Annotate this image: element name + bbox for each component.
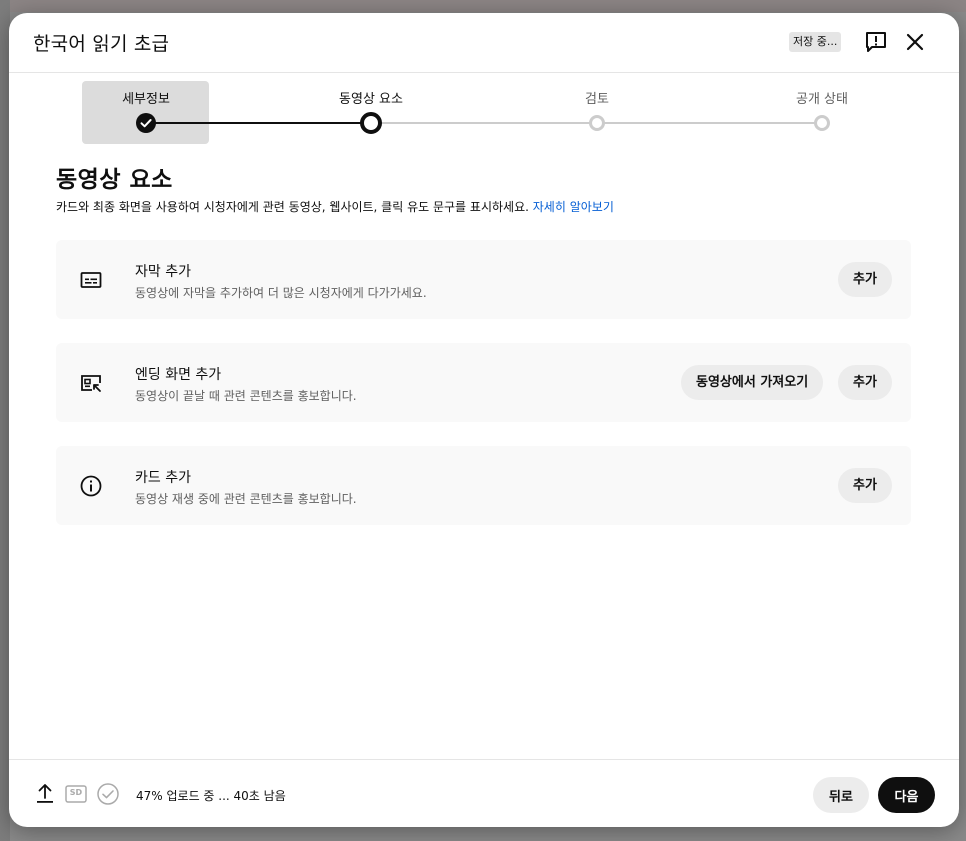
dialog-footer: SD 47% 업로드 중 ... 40초 남음 뒤로 다음 <box>9 759 959 827</box>
end-screen-icon <box>78 370 104 396</box>
dialog-title: 한국어 읽기 초급 <box>33 33 170 55</box>
dialog-header: 한국어 읽기 초급 저장 중... <box>9 13 959 73</box>
import-from-video-button[interactable]: 동영상에서 가져오기 <box>681 365 824 400</box>
card-title: 엔딩 화면 추가 <box>135 367 222 383</box>
upload-status: 47% 업로드 중 ... 40초 남음 <box>136 789 286 803</box>
checks-complete-icon <box>96 782 120 810</box>
step-review-label[interactable]: 검토 <box>585 88 609 107</box>
card-title: 자막 추가 <box>135 264 191 280</box>
end-screen-card: 엔딩 화면 추가 동영상이 끝날 때 관련 콘텐츠를 홍보합니다. 동영상에서 … <box>56 343 911 422</box>
subtitles-card: 자막 추가 동영상에 자막을 추가하여 더 많은 시청자에게 다가가세요. 추가 <box>56 240 911 319</box>
card-title: 카드 추가 <box>135 470 191 486</box>
saving-badge: 저장 중... <box>789 32 842 52</box>
close-icon <box>906 33 924 51</box>
add-end-screen-button[interactable]: 추가 <box>838 365 892 400</box>
feedback-button[interactable] <box>862 28 890 56</box>
step-details-label[interactable]: 세부정보 <box>122 88 170 107</box>
card-subtitle: 동영상이 끝날 때 관련 콘텐츠를 홍보합니다. <box>135 389 357 403</box>
step-details-dot[interactable] <box>136 113 156 133</box>
subtitles-icon <box>78 267 104 293</box>
section-description: 카드와 최종 화면을 사용하여 시청자에게 관련 동영상, 웹사이트, 클릭 유… <box>56 198 614 215</box>
card-subtitle: 동영상에 자막을 추가하여 더 많은 시청자에게 다가가세요. <box>135 286 427 300</box>
upload-dialog: 한국어 읽기 초급 저장 중... 세부정보 동영상 요소 검토 공개 상태 동… <box>9 13 959 827</box>
step-elements-dot[interactable] <box>360 112 382 134</box>
info-icon <box>78 473 104 499</box>
close-button[interactable] <box>901 28 929 56</box>
step-elements-label[interactable]: 동영상 요소 <box>339 88 403 107</box>
card-subtitle: 동영상 재생 중에 관련 콘텐츠를 홍보합니다. <box>135 492 357 506</box>
info-cards-card: 카드 추가 동영상 재생 중에 관련 콘텐츠를 홍보합니다. 추가 <box>56 446 911 525</box>
step-visibility-label[interactable]: 공개 상태 <box>796 88 848 107</box>
learn-more-link[interactable]: 자세히 알아보기 <box>533 200 614 214</box>
sd-quality-icon: SD <box>65 784 87 808</box>
add-subtitles-button[interactable]: 추가 <box>838 262 892 297</box>
step-review-dot[interactable] <box>589 115 605 131</box>
feedback-icon <box>866 32 886 52</box>
check-icon <box>140 119 152 128</box>
back-button[interactable]: 뒤로 <box>813 777 869 813</box>
step-visibility-dot[interactable] <box>814 115 830 131</box>
sd-badge-text: SD <box>69 788 83 797</box>
stepper: 세부정보 동영상 요소 검토 공개 상태 <box>9 73 959 153</box>
background-page <box>0 0 966 12</box>
page-title: 동영상 요소 <box>56 167 173 193</box>
next-button[interactable]: 다음 <box>878 777 935 813</box>
add-cards-button[interactable]: 추가 <box>838 468 892 503</box>
description-text: 카드와 최종 화면을 사용하여 시청자에게 관련 동영상, 웹사이트, 클릭 유… <box>56 200 529 214</box>
upload-icon[interactable] <box>33 782 57 810</box>
step-line-completed <box>146 122 371 124</box>
